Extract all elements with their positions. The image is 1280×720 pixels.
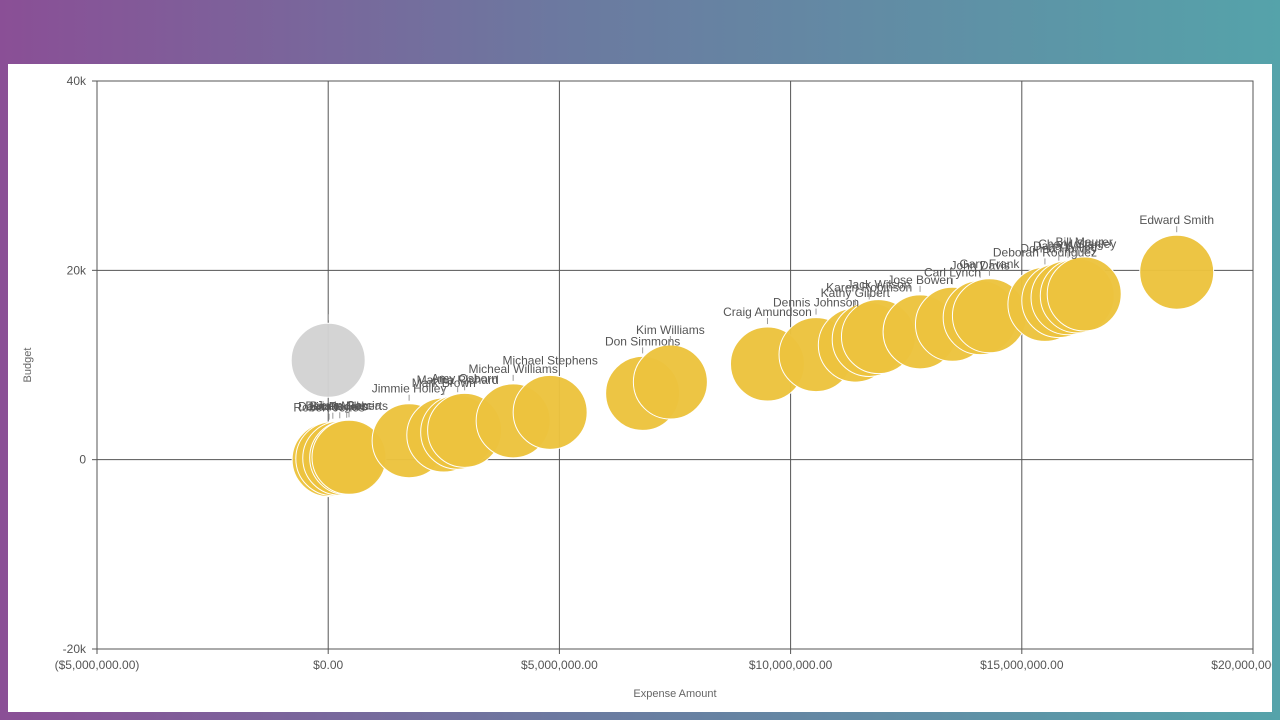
x-tick-label: $20,000,000.00 [1211, 658, 1272, 672]
x-tick-label: ($5,000,000.00) [55, 658, 140, 672]
data-point [1139, 234, 1215, 310]
scatter-chart: ($5,000,000.00) $0.00 $5,000,000.00 $10,000… [22, 74, 1272, 700]
y-tick-label: -20k [63, 642, 87, 656]
data-point [290, 322, 366, 398]
data-label: Bill Maurer [1056, 235, 1113, 249]
data-point [632, 344, 708, 420]
data-label: Juan Garcia [317, 398, 382, 412]
x-tick-label: $5,000,000.00 [521, 658, 598, 672]
x-tick-label: $10,000,000.00 [749, 658, 833, 672]
data-label: Edward Smith [1139, 213, 1214, 227]
y-tick-label: 20k [67, 263, 87, 277]
data-label: Michael Stephens [502, 353, 597, 367]
x-tick-label: $15,000,000.00 [980, 658, 1064, 672]
x-tick-label: $0.00 [313, 658, 343, 672]
data-point [512, 374, 588, 450]
y-tick-label: 40k [67, 74, 87, 88]
y-axis-title: Budget [22, 348, 34, 383]
chart-panel: ($5,000,000.00) $0.00 $5,000,000.00 $10,000… [8, 64, 1272, 712]
data-point [1046, 256, 1122, 332]
y-tick-label: 0 [79, 453, 86, 467]
x-axis-title: Expense Amount [633, 688, 716, 700]
data-label: Kim Williams [636, 323, 705, 337]
